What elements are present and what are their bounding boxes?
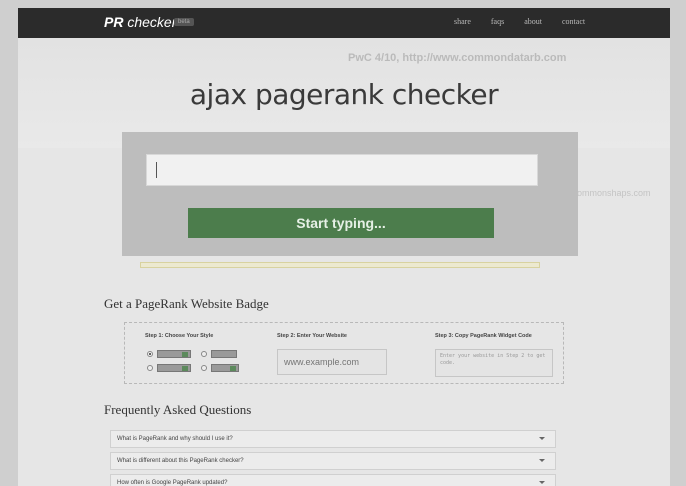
nav-link-about[interactable]: about <box>524 17 542 26</box>
style-radio-1[interactable] <box>147 351 153 357</box>
page-title: ajax pagerank checker <box>189 78 499 111</box>
nav-links: share faqs about contact <box>454 17 585 26</box>
style-radio-2[interactable] <box>201 351 207 357</box>
faq-item[interactable]: How often is Google PageRank updated? <box>110 474 556 486</box>
beta-badge: beta <box>174 18 194 26</box>
widget-code-textarea[interactable]: Enter your website in Step 2 to get code… <box>435 349 553 377</box>
nav-link-share[interactable]: share <box>454 17 471 26</box>
text-caret <box>156 162 157 178</box>
start-button[interactable]: Start typing... <box>188 208 494 238</box>
step3-label: Step 3: Copy PageRank Widget Code <box>435 333 532 339</box>
badge-panel: Step 1: Choose Your Style Step 2: Enter … <box>124 322 564 384</box>
faq-section-title: Frequently Asked Questions <box>104 402 252 417</box>
website-input[interactable] <box>277 349 387 375</box>
badge-style-3 <box>157 364 191 372</box>
faq-question: How often is Google PageRank updated? <box>117 480 228 486</box>
faq-question: What is different about this PageRank ch… <box>117 458 244 464</box>
badge-style-2 <box>211 350 237 358</box>
brand-logo[interactable]: PR checker <box>104 14 176 30</box>
screen-frame: PR checker beta share faqs about contact… <box>0 0 686 486</box>
url-input[interactable] <box>146 154 538 186</box>
chevron-down-icon <box>539 481 545 484</box>
brand-rest: checker <box>123 14 177 30</box>
result-strip <box>140 262 540 268</box>
page-body: PwC 4/10, http://www.commondatarb.com cu… <box>18 38 670 486</box>
checker-panel: Start typing... <box>122 132 578 256</box>
brand-strong: PR <box>104 14 124 30</box>
chevron-down-icon <box>539 459 545 462</box>
style-radio-3[interactable] <box>147 365 153 371</box>
faq-question: What is PageRank and why should I use it… <box>117 436 233 442</box>
ghost-text: PwC 4/10, http://www.commondatarb.com <box>348 52 567 64</box>
faq-item[interactable]: What is PageRank and why should I use it… <box>110 430 556 448</box>
nav-link-contact[interactable]: contact <box>562 17 585 26</box>
badge-style-1 <box>157 350 191 358</box>
badge-style-4 <box>211 364 239 372</box>
badge-section-title: Get a PageRank Website Badge <box>104 296 269 311</box>
top-navbar: PR checker beta share faqs about contact <box>18 8 670 38</box>
step1-label: Step 1: Choose Your Style <box>145 333 214 339</box>
style-radio-4[interactable] <box>201 365 207 371</box>
step2-label: Step 2: Enter Your Website <box>277 333 347 339</box>
chevron-down-icon <box>539 437 545 440</box>
faq-item[interactable]: What is different about this PageRank ch… <box>110 452 556 470</box>
nav-link-faqs[interactable]: faqs <box>491 17 504 26</box>
